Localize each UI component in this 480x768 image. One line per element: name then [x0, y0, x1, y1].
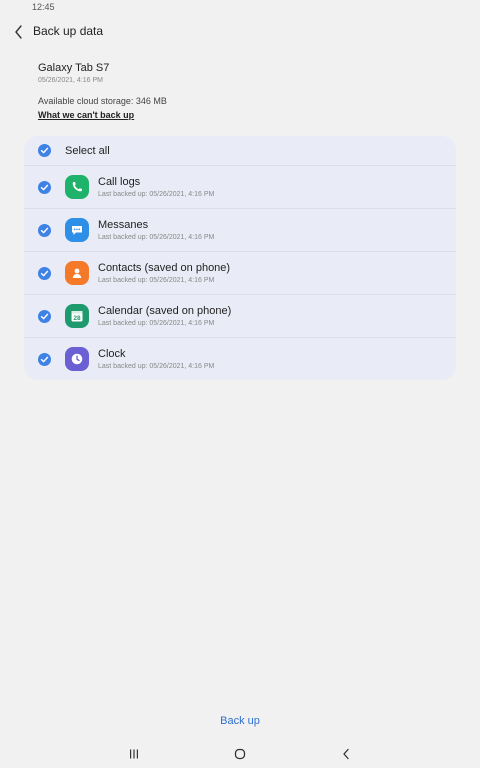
check-icon — [40, 227, 49, 233]
contacts-checkbox[interactable] — [38, 266, 51, 280]
cloud-storage-text: Available cloud storage: 346 MB — [38, 96, 167, 106]
item-last-backed-up: Last backed up: 05/26/2021, 4:16 PM — [98, 363, 215, 370]
list-item-call-logs[interactable]: Call logs Last backed up: 05/26/2021, 4:… — [24, 166, 456, 209]
check-icon — [40, 147, 49, 154]
contact-icon — [65, 261, 89, 285]
calendar-checkbox[interactable] — [38, 309, 51, 323]
clock-checkbox[interactable] — [38, 352, 51, 366]
item-title: Call logs — [98, 176, 141, 188]
messages-checkbox[interactable] — [38, 223, 51, 237]
device-info: Galaxy Tab S7 05/26/2021, 4:16 PM — [38, 62, 109, 84]
header: Back up data — [0, 20, 480, 44]
item-last-backed-up: Last backed up: 05/26/2021, 4:16 PM — [98, 234, 215, 241]
item-last-backed-up: Last backed up: 05/26/2021, 4:16 PM — [98, 320, 215, 327]
clock-icon — [65, 347, 89, 371]
back-up-button[interactable]: Back up — [0, 715, 480, 727]
status-bar-time: 12:45 — [32, 2, 55, 12]
list-item-calendar[interactable]: 28 Calendar (saved on phone) Last backed… — [24, 295, 456, 338]
check-icon — [40, 356, 49, 362]
device-date: 05/26/2021, 4:16 PM — [38, 77, 103, 84]
item-last-backed-up: Last backed up: 05/26/2021, 4:16 PM — [98, 277, 215, 284]
check-icon — [40, 313, 49, 319]
navigation-bar — [0, 744, 480, 764]
back-button[interactable] — [10, 22, 28, 42]
device-name: Galaxy Tab S7 — [38, 62, 110, 74]
recent-apps-button[interactable] — [124, 744, 144, 764]
page-title: Back up data — [33, 24, 104, 38]
system-back-button[interactable] — [336, 744, 356, 764]
item-title: Calendar (saved on phone) — [98, 305, 232, 317]
message-icon — [65, 218, 89, 242]
list-item-clock[interactable]: Clock Last backed up: 05/26/2021, 4:16 P… — [24, 338, 456, 380]
select-all-label: Select all — [65, 144, 110, 157]
home-icon — [234, 748, 246, 760]
check-icon — [40, 270, 49, 276]
list-item-contacts[interactable]: Contacts (saved on phone) Last backed up… — [24, 252, 456, 295]
item-title: Clock — [98, 348, 126, 360]
phone-icon — [65, 175, 89, 199]
calendar-icon: 28 — [65, 304, 89, 328]
back-arrow-icon — [343, 748, 349, 760]
what-we-cant-back-up-link[interactable]: What we can't back up — [38, 110, 134, 120]
list-item-messages[interactable]: Messanes Last backed up: 05/26/2021, 4:1… — [24, 209, 456, 252]
chevron-left-icon — [15, 25, 22, 39]
backup-items-list: Select all Call logs Last backed up: 05/… — [24, 136, 456, 380]
check-icon — [40, 184, 49, 190]
home-button[interactable] — [230, 744, 250, 764]
item-last-backed-up: Last backed up: 05/26/2021, 4:16 PM — [98, 191, 215, 198]
calendar-day: 28 — [73, 315, 81, 322]
select-all-row[interactable]: Select all — [24, 136, 456, 166]
select-all-checkbox[interactable] — [38, 144, 51, 157]
item-title: Messanes — [98, 219, 149, 231]
item-title: Contacts (saved on phone) — [98, 262, 231, 274]
recent-apps-icon — [130, 749, 138, 759]
call-logs-checkbox[interactable] — [38, 180, 51, 194]
